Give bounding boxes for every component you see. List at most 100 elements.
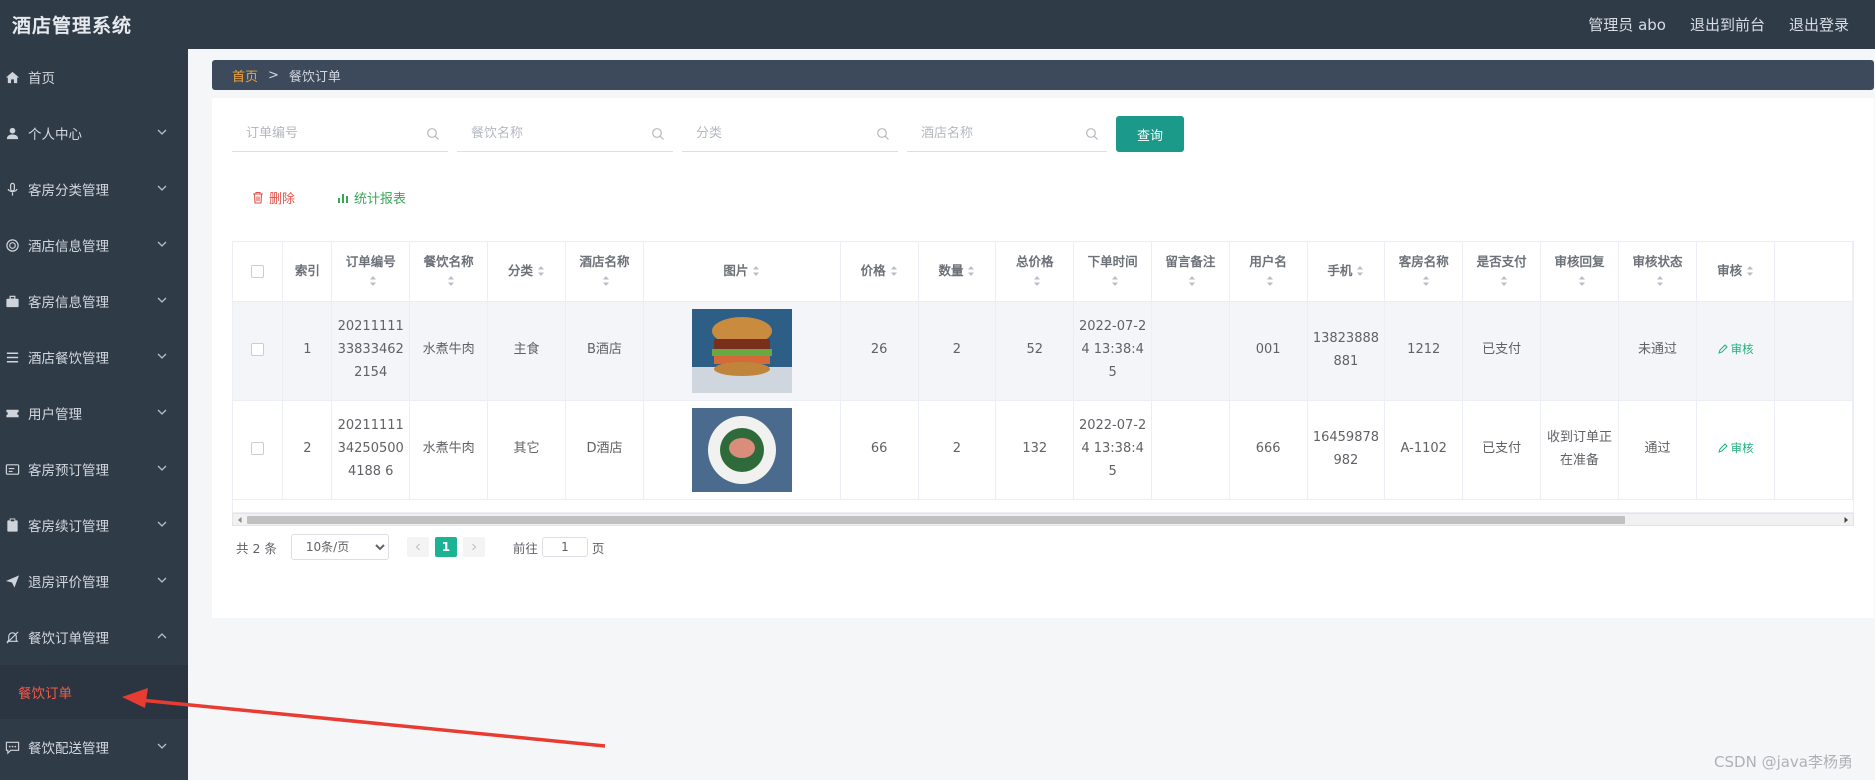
exit-to-front-link[interactable]: 退出到前台 (1690, 14, 1765, 35)
food-name-input[interactable] (471, 126, 631, 141)
col-header-note[interactable]: 留言备注 (1151, 242, 1230, 302)
ticket-icon (4, 405, 20, 421)
chevron-down-icon (157, 353, 167, 359)
cell-audit: 审核 (1696, 301, 1776, 401)
sidebar-item-hotel-info[interactable]: 酒店信息管理 (0, 217, 188, 273)
horizontal-scrollbar[interactable] (232, 513, 1854, 526)
row-checkbox[interactable] (251, 442, 265, 456)
pagination: 共 2 条 10条/页 1 前往 页 (236, 534, 604, 560)
sidebar-subitem-dining-order[interactable]: 餐饮订单 (0, 665, 188, 719)
sidebar-item-hotel-dining[interactable]: 酒店餐饮管理 (0, 329, 188, 385)
sidebar-item-dining-delivery[interactable]: 餐饮配送管理 (0, 719, 188, 775)
col-header-image[interactable]: 图片 (643, 242, 841, 302)
sidebar-item-label: 客房信息管理 (28, 295, 109, 311)
sort-icon[interactable] (1188, 275, 1196, 287)
salad-plate-photo[interactable] (691, 407, 792, 492)
select-all-checkbox[interactable] (251, 264, 265, 278)
select-all-cell[interactable] (233, 242, 284, 302)
col-header-index: 索引 (282, 242, 333, 302)
sort-icon[interactable] (1033, 275, 1041, 287)
hotel-name-input[interactable] (921, 126, 1081, 141)
scroll-right-icon[interactable] (1842, 516, 1850, 524)
chat-icon (4, 739, 20, 755)
sort-icon[interactable] (1500, 275, 1508, 287)
goto-page-input[interactable] (541, 537, 588, 557)
sort-icon[interactable] (1746, 265, 1754, 277)
category-input[interactable] (696, 126, 856, 141)
logout-link[interactable]: 退出登录 (1789, 14, 1849, 35)
col-header-total[interactable]: 总价格 (995, 242, 1075, 302)
sort-icon[interactable] (1422, 275, 1430, 287)
chevron-down-icon (157, 409, 167, 415)
col-header-username[interactable]: 用户名 (1229, 242, 1308, 302)
search-icon (427, 127, 439, 140)
sort-icon[interactable] (1111, 275, 1119, 287)
sidebar-item-personal[interactable]: 个人中心 (0, 105, 188, 161)
sidebar-item-room-booking[interactable]: 客房预订管理 (0, 441, 188, 497)
cell-status: 通过 (1618, 400, 1697, 500)
sort-icon[interactable] (602, 275, 610, 287)
col-header-price[interactable]: 价格 (840, 242, 919, 302)
audit-button[interactable]: 审核 (1717, 339, 1754, 359)
header-actions: 管理员 abo 退出到前台 退出登录 (1588, 14, 1875, 35)
sidebar-item-dining-orders[interactable]: 餐饮订单管理 (0, 609, 188, 665)
col-header-paid[interactable]: 是否支付 (1462, 242, 1542, 302)
burger-photo[interactable] (691, 308, 792, 393)
col-header-hotel-name[interactable]: 酒店名称 (565, 242, 644, 302)
search-icon (1086, 127, 1098, 140)
sort-icon[interactable] (447, 275, 455, 287)
query-button[interactable]: 查询 (1116, 116, 1184, 152)
sort-icon[interactable] (1578, 275, 1586, 287)
sort-icon[interactable] (369, 275, 377, 287)
scroll-left-icon[interactable] (236, 516, 244, 524)
sidebar-item-room-info[interactable]: 客房信息管理 (0, 273, 188, 329)
sort-icon[interactable] (1656, 275, 1664, 287)
sidebar-item-room-renewal[interactable]: 客房续订管理 (0, 497, 188, 553)
col-header-food-name[interactable]: 餐饮名称 (409, 242, 489, 302)
search-icon (877, 127, 889, 140)
user-icon (4, 125, 20, 141)
sidebar-item-checkout-review[interactable]: 退房评价管理 (0, 553, 188, 609)
food-name-search (457, 116, 673, 152)
delete-button[interactable]: 删除 (252, 188, 295, 207)
col-header-status[interactable]: 审核状态 (1618, 242, 1697, 302)
audit-button[interactable]: 审核 (1717, 438, 1754, 458)
goto-prefix: 前往 (512, 540, 538, 556)
sort-icon[interactable] (752, 265, 760, 277)
prev-page-button[interactable] (406, 537, 429, 557)
order-no-input[interactable] (246, 126, 406, 141)
row-select-cell[interactable] (233, 400, 284, 500)
sidebar-item-home[interactable]: 首页 (0, 49, 188, 105)
breadcrumb-separator: > (268, 67, 279, 83)
page-number-button[interactable]: 1 (434, 537, 457, 557)
cell-food: 水煮牛肉 (409, 400, 489, 500)
orders-table: 索引 订单编号 餐饮名称 分类 酒店名称 图片 价格 数量 总价格 下单时间 留… (232, 241, 1854, 513)
report-button[interactable]: 统计报表 (337, 188, 406, 207)
sort-icon[interactable] (1356, 265, 1364, 277)
row-checkbox[interactable] (251, 343, 265, 357)
sort-icon[interactable] (967, 265, 975, 277)
col-header-phone[interactable]: 手机 (1307, 242, 1386, 302)
scrollbar-thumb[interactable] (247, 516, 1625, 524)
top-header: 酒店管理系统 管理员 abo 退出到前台 退出登录 (0, 0, 1875, 49)
globe-icon (4, 237, 20, 253)
sort-icon[interactable] (890, 265, 898, 277)
col-header-reply[interactable]: 审核回复 (1540, 242, 1620, 302)
page-size-select[interactable]: 10条/页 (290, 534, 389, 560)
sort-icon[interactable] (1266, 275, 1274, 287)
next-page-button[interactable] (462, 537, 485, 557)
microphone-icon (4, 181, 20, 197)
col-header-order-no[interactable]: 订单编号 (331, 242, 411, 302)
sidebar-item-label: 酒店餐饮管理 (28, 351, 109, 367)
col-header-qty[interactable]: 数量 (918, 242, 997, 302)
col-header-room-name[interactable]: 客房名称 (1384, 242, 1464, 302)
col-header-audit[interactable]: 审核 (1696, 242, 1776, 302)
row-select-cell[interactable] (233, 301, 284, 401)
col-header-order-time[interactable]: 下单时间 (1073, 242, 1153, 302)
sidebar-item-users[interactable]: 用户管理 (0, 385, 188, 441)
col-header-category[interactable]: 分类 (487, 242, 566, 302)
breadcrumb-home[interactable]: 首页 (232, 66, 258, 85)
sort-icon[interactable] (537, 265, 545, 277)
cell-reply (1540, 301, 1620, 401)
sidebar-item-room-category[interactable]: 客房分类管理 (0, 161, 188, 217)
